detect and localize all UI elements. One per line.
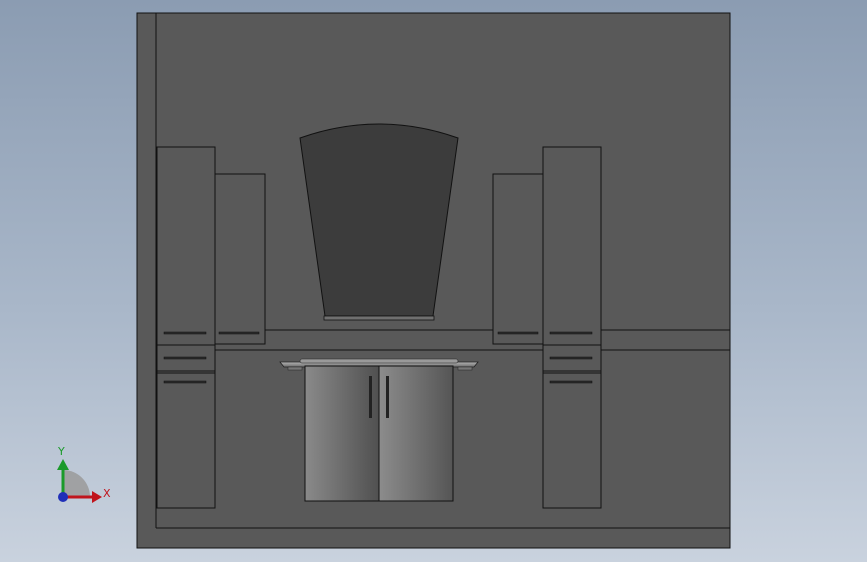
handle	[163, 356, 207, 360]
axis-label-x: X	[103, 487, 111, 500]
mirror[interactable]	[299, 123, 459, 321]
graphics-viewport[interactable]: Y X	[0, 0, 867, 562]
axis-label-y: Y	[57, 445, 65, 458]
handle	[218, 331, 260, 335]
right-tall-cabinet[interactable]	[542, 146, 602, 509]
vanity-door-left	[304, 365, 380, 502]
handle	[497, 331, 539, 335]
handle	[163, 331, 207, 335]
model-view[interactable]: Y X	[0, 0, 867, 562]
mirror-shelf	[323, 315, 435, 321]
door-handle-left	[369, 376, 372, 418]
right-wall-cabinet[interactable]	[492, 173, 544, 345]
handle	[549, 331, 593, 335]
left-tall-cabinet[interactable]	[156, 146, 216, 509]
view-triad: Y X	[57, 445, 111, 503]
handle	[163, 380, 207, 384]
left-wall-cabinet[interactable]	[214, 173, 266, 345]
vanity-door-right	[378, 365, 454, 502]
vanity-cabinet[interactable]	[304, 365, 454, 502]
handle	[549, 356, 593, 360]
handle	[549, 380, 593, 384]
door-handle-right	[386, 376, 389, 418]
